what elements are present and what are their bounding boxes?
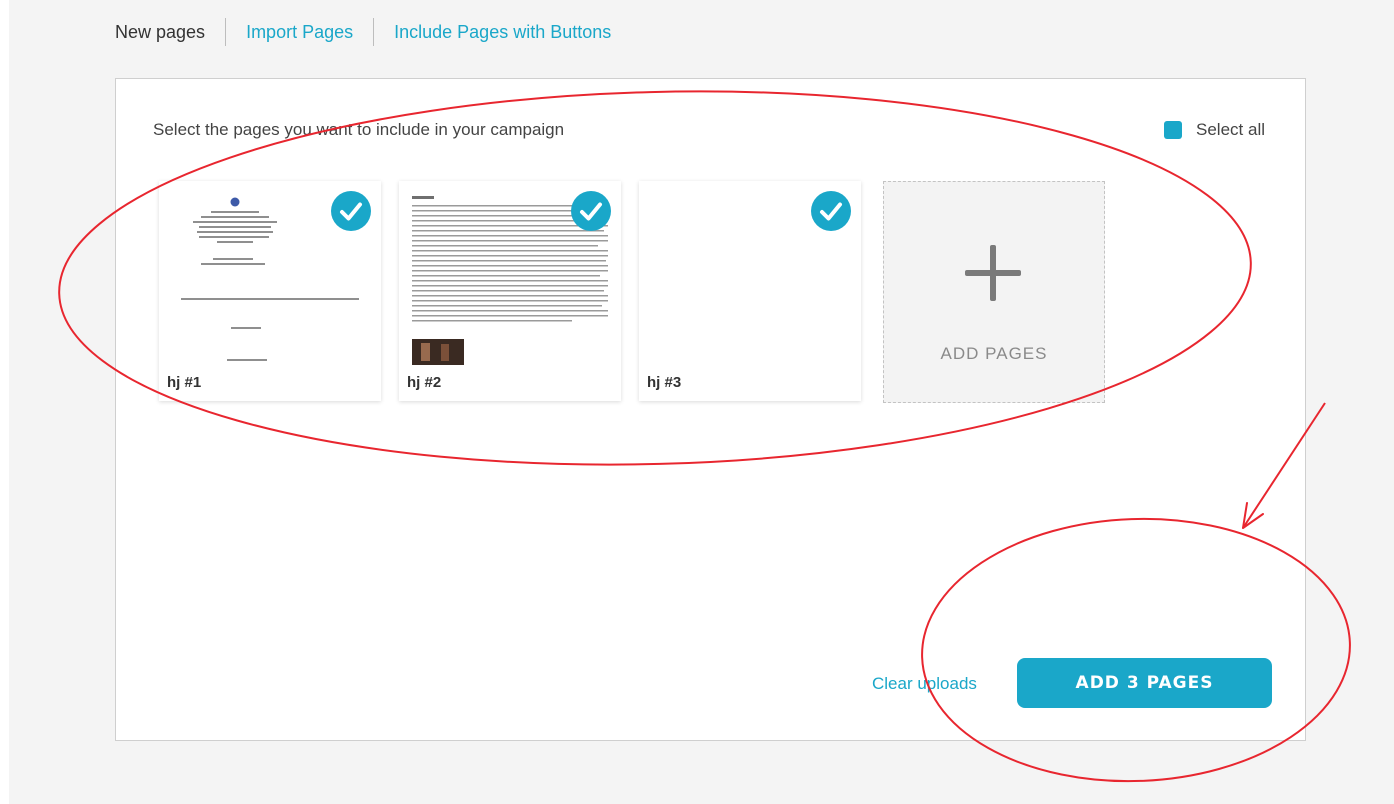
page-card-label: hj #3 xyxy=(647,374,682,391)
add-pages-button[interactable]: ADD 3 PAGES xyxy=(1017,658,1272,708)
checkmark-icon[interactable] xyxy=(571,191,611,231)
select-all-label: Select all xyxy=(1196,120,1265,139)
select-pages-prompt: Select the pages you want to include in … xyxy=(153,120,565,139)
tab-bar: New pages Import Pages Include Pages wit… xyxy=(115,18,631,46)
page-card-3[interactable]: hj #3 xyxy=(639,181,861,401)
page-card-1[interactable]: hj #1 xyxy=(159,181,381,401)
page-card-label: hj #1 xyxy=(167,374,202,391)
pages-panel: Select the pages you want to include in … xyxy=(115,78,1306,741)
checkmark-icon[interactable] xyxy=(811,191,851,231)
left-edge xyxy=(0,0,9,804)
photo-thumbnail xyxy=(412,339,464,365)
clear-uploads-link[interactable]: Clear uploads xyxy=(872,674,977,694)
page-card-label: hj #2 xyxy=(407,374,442,391)
add-pages-label: ADD PAGES xyxy=(940,344,1048,363)
tab-new-pages[interactable]: New pages xyxy=(115,18,225,46)
select-all-toggle[interactable]: Select all xyxy=(1164,120,1265,140)
tab-import-pages[interactable]: Import Pages xyxy=(226,18,373,46)
emblem-icon xyxy=(230,197,240,207)
select-all-checkbox[interactable] xyxy=(1164,121,1183,139)
page-card-2[interactable]: hj #2 xyxy=(399,181,621,401)
tab-include-pages-with-buttons[interactable]: Include Pages with Buttons xyxy=(374,18,631,46)
checkmark-icon[interactable] xyxy=(331,191,371,231)
add-pages-card[interactable]: ADD PAGES xyxy=(883,181,1105,403)
